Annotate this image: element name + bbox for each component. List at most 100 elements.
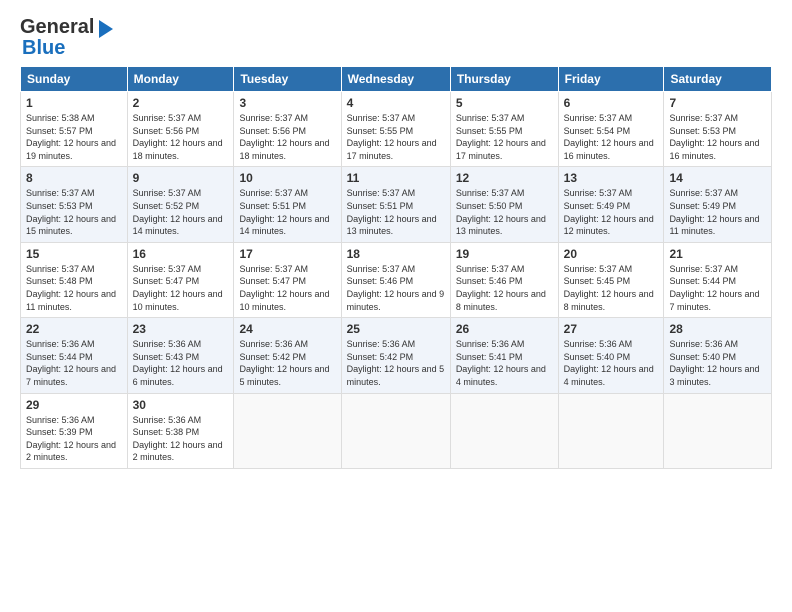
day-info: Sunrise: 5:38 AMSunset: 5:57 PMDaylight:… [26, 112, 122, 162]
day-info: Sunrise: 5:36 AMSunset: 5:44 PMDaylight:… [26, 338, 122, 388]
logo: General Blue [20, 16, 113, 60]
calendar-header-monday: Monday [127, 67, 234, 92]
calendar-cell: 25 Sunrise: 5:36 AMSunset: 5:42 PMDayligh… [341, 318, 450, 393]
calendar-cell: 29 Sunrise: 5:36 AMSunset: 5:39 PMDayligh… [21, 393, 128, 468]
day-info: Sunrise: 5:36 AMSunset: 5:41 PMDaylight:… [456, 338, 553, 388]
day-number: 27 [564, 322, 659, 336]
day-number: 12 [456, 171, 553, 185]
day-number: 2 [133, 96, 229, 110]
logo-arrow-icon [99, 20, 113, 38]
calendar-week-4: 22 Sunrise: 5:36 AMSunset: 5:44 PMDayligh… [21, 318, 772, 393]
day-number: 1 [26, 96, 122, 110]
day-info: Sunrise: 5:37 AMSunset: 5:51 PMDaylight:… [239, 187, 335, 237]
day-number: 3 [239, 96, 335, 110]
header: General Blue [20, 16, 772, 60]
day-info: Sunrise: 5:37 AMSunset: 5:55 PMDaylight:… [347, 112, 445, 162]
day-number: 20 [564, 247, 659, 261]
calendar-cell: 5 Sunrise: 5:37 AMSunset: 5:55 PMDaylight… [450, 92, 558, 167]
day-info: Sunrise: 5:36 AMSunset: 5:39 PMDaylight:… [26, 414, 122, 464]
calendar-cell: 26 Sunrise: 5:36 AMSunset: 5:41 PMDayligh… [450, 318, 558, 393]
calendar-cell: 24 Sunrise: 5:36 AMSunset: 5:42 PMDayligh… [234, 318, 341, 393]
calendar-cell [450, 393, 558, 468]
logo-blue: Blue [22, 37, 65, 59]
day-number: 19 [456, 247, 553, 261]
calendar-cell: 23Sunrise: 5:36 AMSunset: 5:43 PMDayligh… [127, 318, 234, 393]
page: General Blue SundayMondayTuesdayWednesda… [0, 0, 792, 479]
calendar-cell: 20 Sunrise: 5:37 AMSunset: 5:45 PMDayligh… [558, 242, 664, 317]
day-number: 15 [26, 247, 122, 261]
day-info: Sunrise: 5:37 AMSunset: 5:49 PMDaylight:… [564, 187, 659, 237]
day-info: Sunrise: 5:36 AMSunset: 5:40 PMDaylight:… [564, 338, 659, 388]
day-info: Sunrise: 5:37 AMSunset: 5:53 PMDaylight:… [26, 187, 122, 237]
day-info: Sunrise: 5:37 AMSunset: 5:48 PMDaylight:… [26, 263, 122, 313]
day-number: 22 [26, 322, 122, 336]
calendar-week-2: 8 Sunrise: 5:37 AMSunset: 5:53 PMDaylight… [21, 167, 772, 242]
calendar-cell: 21 Sunrise: 5:37 AMSunset: 5:44 PMDayligh… [664, 242, 772, 317]
calendar-cell: 17Sunrise: 5:37 AMSunset: 5:47 PMDayligh… [234, 242, 341, 317]
day-number: 7 [669, 96, 766, 110]
calendar-cell: 18 Sunrise: 5:37 AMSunset: 5:46 PMDayligh… [341, 242, 450, 317]
day-info: Sunrise: 5:37 AMSunset: 5:45 PMDaylight:… [564, 263, 659, 313]
day-info: Sunrise: 5:36 AMSunset: 5:42 PMDaylight:… [347, 338, 445, 388]
calendar-cell: 1 Sunrise: 5:38 AMSunset: 5:57 PMDaylight… [21, 92, 128, 167]
day-number: 30 [133, 398, 229, 412]
calendar-week-5: 29 Sunrise: 5:36 AMSunset: 5:39 PMDayligh… [21, 393, 772, 468]
day-number: 26 [456, 322, 553, 336]
day-info: Sunrise: 5:37 AMSunset: 5:50 PMDaylight:… [456, 187, 553, 237]
day-number: 8 [26, 171, 122, 185]
day-info: Sunrise: 5:37 AMSunset: 5:55 PMDaylight:… [456, 112, 553, 162]
day-info: Sunrise: 5:36 AMSunset: 5:40 PMDaylight:… [669, 338, 766, 388]
day-info: Sunrise: 5:36 AMSunset: 5:43 PMDaylight:… [133, 338, 229, 388]
day-info: Sunrise: 5:37 AMSunset: 5:46 PMDaylight:… [347, 263, 445, 313]
calendar-header-sunday: Sunday [21, 67, 128, 92]
calendar-cell: 19 Sunrise: 5:37 AMSunset: 5:46 PMDayligh… [450, 242, 558, 317]
day-number: 11 [347, 171, 445, 185]
day-info: Sunrise: 5:37 AMSunset: 5:51 PMDaylight:… [347, 187, 445, 237]
calendar-header-saturday: Saturday [664, 67, 772, 92]
day-info: Sunrise: 5:37 AMSunset: 5:49 PMDaylight:… [669, 187, 766, 237]
day-number: 29 [26, 398, 122, 412]
day-info: Sunrise: 5:37 AMSunset: 5:56 PMDaylight:… [133, 112, 229, 162]
calendar-cell: 9Sunrise: 5:37 AMSunset: 5:52 PMDaylight… [127, 167, 234, 242]
logo-general: General [20, 16, 94, 39]
calendar-cell: 12 Sunrise: 5:37 AMSunset: 5:50 PMDayligh… [450, 167, 558, 242]
calendar-cell: 2 Sunrise: 5:37 AMSunset: 5:56 PMDaylight… [127, 92, 234, 167]
day-number: 18 [347, 247, 445, 261]
day-info: Sunrise: 5:37 AMSunset: 5:56 PMDaylight:… [239, 112, 335, 162]
calendar-cell: 15 Sunrise: 5:37 AMSunset: 5:48 PMDayligh… [21, 242, 128, 317]
day-info: Sunrise: 5:37 AMSunset: 5:44 PMDaylight:… [669, 263, 766, 313]
day-info: Sunrise: 5:36 AMSunset: 5:38 PMDaylight:… [133, 414, 229, 464]
day-number: 6 [564, 96, 659, 110]
calendar-header-friday: Friday [558, 67, 664, 92]
calendar-cell: 27 Sunrise: 5:36 AMSunset: 5:40 PMDayligh… [558, 318, 664, 393]
day-number: 17 [239, 247, 335, 261]
day-info: Sunrise: 5:37 AMSunset: 5:46 PMDaylight:… [456, 263, 553, 313]
day-number: 16 [133, 247, 229, 261]
calendar-cell: 10 Sunrise: 5:37 AMSunset: 5:51 PMDayligh… [234, 167, 341, 242]
calendar-cell [664, 393, 772, 468]
day-number: 25 [347, 322, 445, 336]
calendar-cell: 7 Sunrise: 5:37 AMSunset: 5:53 PMDaylight… [664, 92, 772, 167]
day-number: 5 [456, 96, 553, 110]
day-number: 10 [239, 171, 335, 185]
calendar-cell: 4 Sunrise: 5:37 AMSunset: 5:55 PMDaylight… [341, 92, 450, 167]
day-info: Sunrise: 5:37 AMSunset: 5:47 PMDaylight:… [133, 263, 229, 313]
calendar-cell: 14Sunrise: 5:37 AMSunset: 5:49 PMDayligh… [664, 167, 772, 242]
day-number: 4 [347, 96, 445, 110]
calendar-week-1: 1 Sunrise: 5:38 AMSunset: 5:57 PMDaylight… [21, 92, 772, 167]
day-info: Sunrise: 5:37 AMSunset: 5:53 PMDaylight:… [669, 112, 766, 162]
day-number: 21 [669, 247, 766, 261]
day-info: Sunrise: 5:37 AMSunset: 5:54 PMDaylight:… [564, 112, 659, 162]
calendar-header-tuesday: Tuesday [234, 67, 341, 92]
calendar-header-row: SundayMondayTuesdayWednesdayThursdayFrid… [21, 67, 772, 92]
calendar-header-thursday: Thursday [450, 67, 558, 92]
calendar-cell: 11 Sunrise: 5:37 AMSunset: 5:51 PMDayligh… [341, 167, 450, 242]
calendar-cell [558, 393, 664, 468]
calendar-cell: 22 Sunrise: 5:36 AMSunset: 5:44 PMDayligh… [21, 318, 128, 393]
day-info: Sunrise: 5:36 AMSunset: 5:42 PMDaylight:… [239, 338, 335, 388]
calendar-cell: 13Sunrise: 5:37 AMSunset: 5:49 PMDayligh… [558, 167, 664, 242]
day-number: 28 [669, 322, 766, 336]
calendar-week-3: 15 Sunrise: 5:37 AMSunset: 5:48 PMDayligh… [21, 242, 772, 317]
calendar: SundayMondayTuesdayWednesdayThursdayFrid… [20, 66, 772, 469]
day-number: 24 [239, 322, 335, 336]
